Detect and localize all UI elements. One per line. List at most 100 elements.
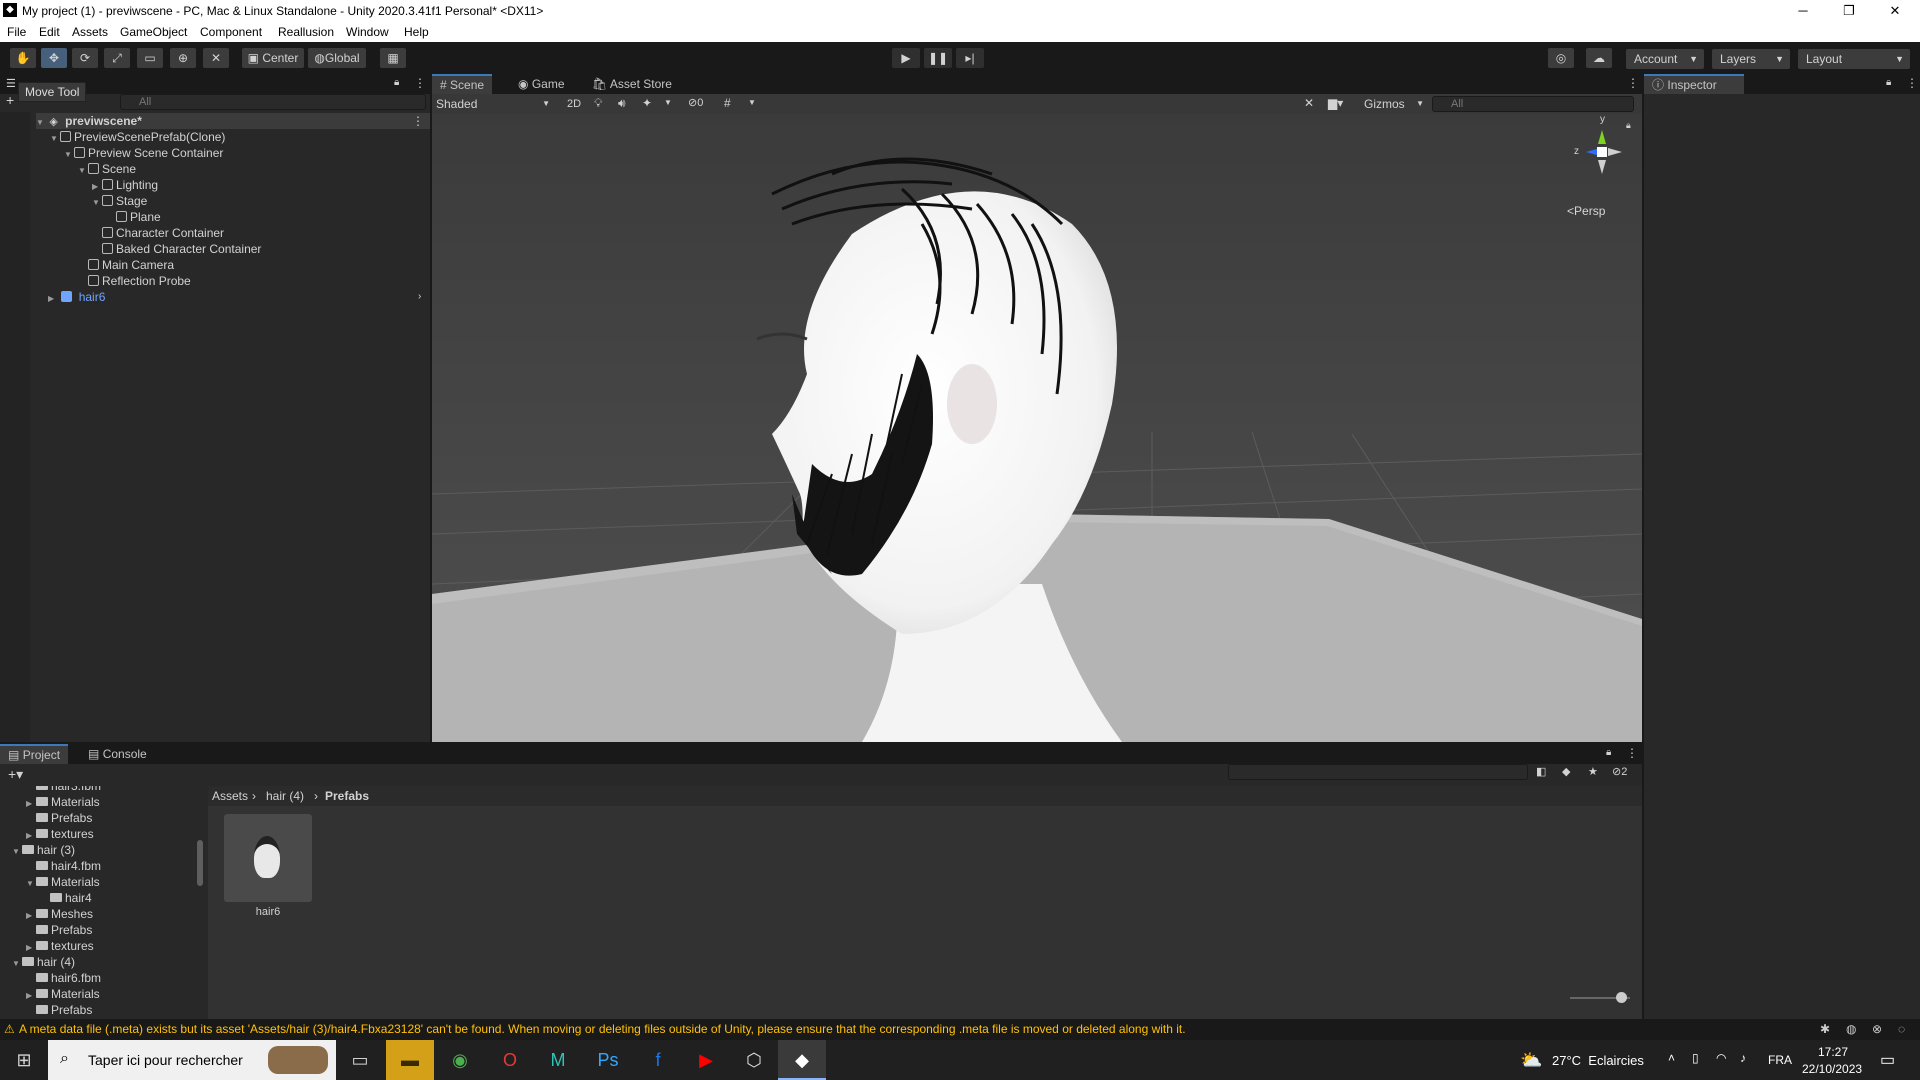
- menu-component[interactable]: Component: [200, 25, 262, 39]
- lock-icon[interactable]: 🔒︎: [1886, 77, 1891, 88]
- layers-dropdown[interactable]: Layers ▼: [1712, 49, 1790, 69]
- tools-icon[interactable]: ✕: [1304, 96, 1314, 110]
- folder-tree-item[interactable]: hair4: [40, 890, 92, 906]
- grid-snap-icon[interactable]: ▦: [380, 48, 406, 68]
- move-tool-icon[interactable]: ✥: [41, 48, 67, 68]
- folder-tree-item[interactable]: ▶ Materials: [26, 794, 100, 810]
- clock-date[interactable]: 22/10/2023: [1802, 1062, 1862, 1076]
- hierarchy-item[interactable]: Reflection Probe: [78, 273, 191, 289]
- folder-tree-item[interactable]: Prefabs: [26, 810, 92, 826]
- tab-game[interactable]: ◉ Game: [510, 74, 573, 94]
- windows-start-icon[interactable]: ⊞: [0, 1040, 48, 1080]
- rect-tool-icon[interactable]: ▭: [137, 48, 163, 68]
- hierarchy-item-hair6[interactable]: ▶ hair6 ›: [48, 289, 430, 305]
- grid-toggle-icon[interactable]: #: [724, 96, 731, 110]
- hidden-objects-toggle[interactable]: ⊘0: [688, 96, 703, 109]
- cloud-icon[interactable]: ☁: [1586, 48, 1612, 68]
- minimize-button[interactable]: ─: [1780, 0, 1826, 21]
- tab-project[interactable]: ▤ Project: [0, 744, 69, 764]
- scale-tool-icon[interactable]: ⤢: [104, 48, 130, 68]
- create-asset-button[interactable]: +▾: [8, 766, 23, 783]
- folder-tree-item[interactable]: ▶ textures: [26, 826, 94, 842]
- folder-tree-item[interactable]: ▼ Materials: [26, 874, 100, 890]
- play-button[interactable]: ▶: [892, 48, 920, 68]
- hidden-packages-toggle[interactable]: ⊘2: [1612, 765, 1627, 778]
- menu-file[interactable]: File: [7, 25, 26, 39]
- kebab-menu-icon[interactable]: ⋮: [1626, 746, 1638, 760]
- tab-console[interactable]: ▤ Console: [80, 744, 155, 764]
- language-indicator[interactable]: FRA: [1768, 1053, 1792, 1067]
- layout-dropdown[interactable]: Layout ▼: [1798, 49, 1910, 69]
- expand-arrow-icon[interactable]: ▼: [50, 131, 60, 147]
- battery-icon[interactable]: ▯: [1692, 1051, 1699, 1065]
- project-search-input[interactable]: [1228, 764, 1528, 780]
- custom-tool-icon[interactable]: ✕: [203, 48, 229, 68]
- opera-icon[interactable]: O: [486, 1040, 534, 1080]
- effects-toggle-icon[interactable]: ✦: [642, 96, 652, 110]
- favorites-icon[interactable]: ★: [1588, 765, 1598, 778]
- pivot-center-toggle[interactable]: ▣ Center: [242, 48, 304, 68]
- facebook-icon[interactable]: f: [634, 1040, 682, 1080]
- network-icon[interactable]: ⊗: [1872, 1019, 1882, 1039]
- folder-tree-item[interactable]: Prefabs: [26, 1002, 92, 1018]
- maya-icon[interactable]: M: [534, 1040, 582, 1080]
- expand-arrow-icon[interactable]: ▼: [92, 195, 102, 211]
- asset-tile-hair6[interactable]: hair6: [224, 814, 312, 922]
- expand-arrow-icon[interactable]: ▼: [64, 147, 74, 163]
- chevron-right-icon[interactable]: ›: [418, 289, 421, 305]
- notification-icon[interactable]: ▭: [1880, 1050, 1895, 1070]
- menu-help[interactable]: Help: [404, 25, 429, 39]
- restore-button[interactable]: ❐: [1826, 0, 1872, 21]
- expand-arrow-icon[interactable]: ▼: [12, 956, 22, 972]
- folder-tree-item[interactable]: ▶ Meshes: [26, 906, 93, 922]
- gizmo-lock-icon[interactable]: 🔒︎: [1626, 120, 1631, 131]
- youtube-icon[interactable]: ▶: [682, 1040, 730, 1080]
- kebab-menu-icon[interactable]: ⋮: [412, 113, 424, 129]
- projection-toggle[interactable]: <Persp: [1567, 204, 1605, 218]
- lock-icon[interactable]: 🔒︎: [1606, 747, 1611, 758]
- progress-icon[interactable]: ◌: [1898, 1019, 1905, 1039]
- expand-arrow-icon[interactable]: ▼: [12, 844, 22, 860]
- hierarchy-item[interactable]: Main Camera: [78, 257, 174, 273]
- volume-icon[interactable]: ♪: [1740, 1051, 1746, 1065]
- cache-icon[interactable]: ◍: [1846, 1019, 1856, 1039]
- task-view-icon[interactable]: ▭: [336, 1040, 384, 1080]
- pivot-global-toggle[interactable]: ◍Global: [308, 48, 366, 68]
- folder-tree-item[interactable]: hair6.fbm: [26, 970, 101, 986]
- menu-reallusion[interactable]: Reallusion: [278, 25, 334, 39]
- camera-icon[interactable]: ▆▾: [1328, 96, 1343, 110]
- transform-tool-icon[interactable]: ⊕: [170, 48, 196, 68]
- hierarchy-menu-icon[interactable]: ☰: [6, 77, 16, 90]
- folder-tree-item[interactable]: Prefabs: [26, 922, 92, 938]
- collab-icon[interactable]: ◎: [1548, 48, 1574, 68]
- menu-window[interactable]: Window: [346, 25, 389, 39]
- lighting-toggle-icon[interactable]: 💡︎: [594, 96, 602, 111]
- folder-tree-item[interactable]: ▼ hair (3): [12, 842, 75, 858]
- filter-type-icon[interactable]: ◧: [1536, 765, 1546, 778]
- file-explorer-icon[interactable]: ▬: [386, 1040, 434, 1080]
- hierarchy-item[interactable]: Baked Character Container: [92, 241, 261, 257]
- 2d-toggle[interactable]: 2D: [562, 96, 586, 112]
- orientation-gizmo[interactable]: y z 🔒︎: [1574, 114, 1642, 198]
- chevron-up-icon[interactable]: ˄: [1668, 1051, 1675, 1065]
- shading-mode-dropdown[interactable]: Shaded ▼: [436, 96, 554, 112]
- chevron-down-icon[interactable]: ▼: [664, 98, 672, 107]
- filter-label-icon[interactable]: ◆: [1562, 765, 1570, 778]
- tab-scene[interactable]: # Scene: [432, 74, 493, 94]
- photoshop-icon[interactable]: Ps: [584, 1040, 632, 1080]
- tab-inspector[interactable]: ⓘ Inspector: [1644, 74, 1744, 94]
- expand-arrow-icon[interactable]: ▶: [48, 291, 58, 307]
- hierarchy-search-input[interactable]: All: [120, 94, 426, 110]
- rotate-tool-icon[interactable]: ⟳: [72, 48, 98, 68]
- pause-button[interactable]: ❚❚: [924, 48, 952, 68]
- kebab-menu-icon[interactable]: ⋮: [1627, 76, 1639, 90]
- hierarchy-item[interactable]: ▼ Scene: [78, 161, 136, 177]
- hierarchy-item[interactable]: Character Container: [92, 225, 224, 241]
- chevron-down-icon[interactable]: ▼: [748, 98, 756, 107]
- folder-tree-item[interactable]: ▶ Materials: [26, 986, 100, 1002]
- bug-icon[interactable]: ✱: [1820, 1019, 1830, 1039]
- breadcrumb-hair4[interactable]: hair (4): [266, 789, 304, 803]
- clock-time[interactable]: 17:27: [1818, 1045, 1848, 1059]
- zoom-slider-thumb[interactable]: [1616, 992, 1627, 1003]
- folder-tree-item[interactable]: ▶ textures: [26, 938, 94, 954]
